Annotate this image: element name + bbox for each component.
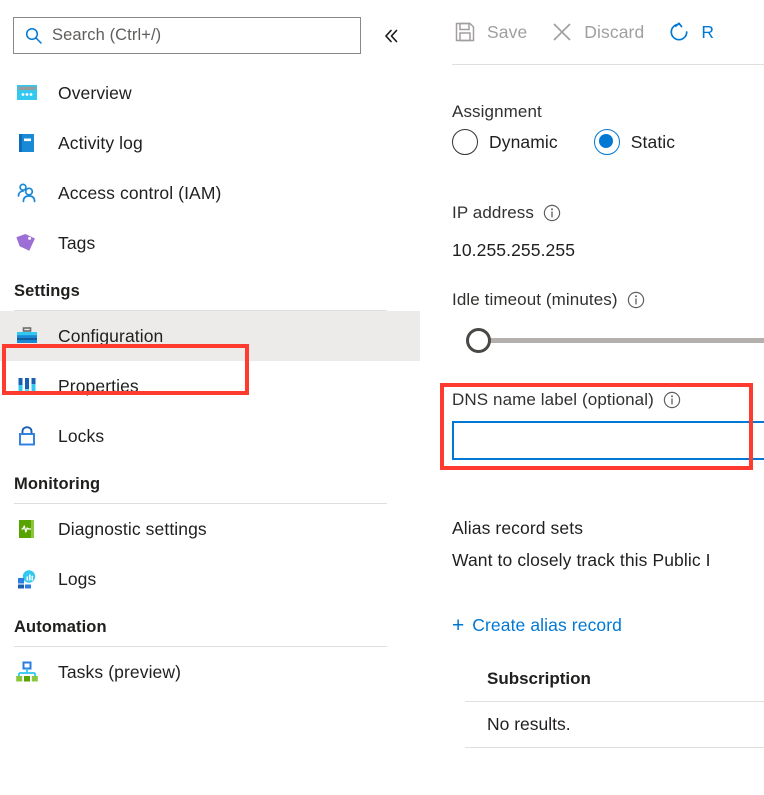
subscription-table: Subscription No results. — [465, 656, 764, 748]
radio-dynamic[interactable]: Dynamic — [452, 129, 558, 155]
resource-menu-sidebar: Search (Ctrl+/) Overview Activity log Ac… — [0, 0, 420, 795]
info-icon[interactable] — [663, 391, 681, 409]
radio-mark-icon — [452, 129, 478, 155]
sidebar-item-label: Properties — [58, 375, 139, 396]
search-icon — [24, 26, 44, 46]
radio-static-label: Static — [630, 131, 676, 152]
sidebar-item-label: Configuration — [58, 325, 164, 346]
sidebar-item-tags[interactable]: Tags — [0, 218, 420, 268]
configuration-icon — [14, 323, 40, 349]
save-label: Save — [487, 21, 528, 42]
sidebar-item-label: Tasks (preview) — [58, 661, 182, 682]
sidebar-group-title: Monitoring — [14, 475, 101, 493]
idle-timeout-slider[interactable] — [452, 328, 764, 354]
radio-mark-selected-icon — [593, 129, 620, 155]
slider-track — [474, 338, 764, 343]
sidebar-item-diagnostic-settings[interactable]: Diagnostic settings — [0, 504, 420, 554]
sidebar-item-label: Diagnostic settings — [58, 518, 207, 539]
table-row: No results. — [465, 702, 764, 748]
discard-button[interactable]: Discard — [549, 10, 644, 54]
idle-timeout-label-text: Idle timeout (minutes) — [452, 290, 618, 309]
alias-record-sets-heading: Alias record sets — [452, 518, 584, 538]
refresh-label: R — [701, 21, 715, 42]
slider-thumb[interactable] — [466, 328, 491, 353]
sidebar-group-monitoring: Monitoring — [0, 461, 420, 504]
plus-icon: + — [452, 614, 465, 637]
locks-icon — [14, 423, 40, 449]
diagnostic-settings-icon — [14, 516, 40, 542]
radio-dynamic-label: Dynamic — [489, 131, 558, 152]
sidebar-item-logs[interactable]: Logs — [0, 554, 420, 604]
access-control-icon — [14, 180, 40, 206]
double-chevron-left-icon[interactable] — [376, 23, 406, 49]
properties-icon — [14, 373, 40, 399]
sidebar-nav: Overview Activity log Access control (IA… — [0, 68, 420, 697]
sidebar-group-title: Automation — [14, 618, 107, 636]
sidebar-item-configuration[interactable]: Configuration — [0, 311, 420, 361]
activity-log-icon — [14, 130, 40, 156]
ip-address-value: 10.255.255.255 — [452, 240, 576, 260]
sidebar-item-label: Access control (IAM) — [58, 182, 222, 203]
sidebar-group-automation: Automation — [0, 604, 420, 647]
create-alias-record-label: Create alias record — [472, 615, 623, 635]
sidebar-item-locks[interactable]: Locks — [0, 411, 420, 461]
sidebar-search-row: Search (Ctrl+/) — [0, 0, 420, 70]
refresh-button[interactable]: R — [666, 10, 714, 54]
tasks-icon — [14, 659, 40, 685]
toolbar-divider — [452, 64, 764, 65]
info-icon[interactable] — [543, 204, 561, 222]
subscription-column-header: Subscription — [465, 656, 764, 702]
overview-icon — [14, 80, 40, 106]
azure-public-ip-configuration-page: Search (Ctrl+/) Overview Activity log Ac… — [0, 0, 764, 795]
discard-label: Discard — [584, 21, 645, 42]
sidebar-item-label: Overview — [58, 82, 132, 103]
sidebar-item-properties[interactable]: Properties — [0, 361, 420, 411]
alias-record-sets-description: Want to closely track this Public I — [452, 550, 711, 570]
ip-address-label-text: IP address — [452, 203, 534, 222]
create-alias-record-link[interactable]: + Create alias record — [452, 615, 622, 636]
sidebar-item-label: Tags — [58, 232, 96, 253]
dns-name-label-label: DNS name label (optional) — [452, 390, 681, 410]
sidebar-group-settings: Settings — [0, 268, 420, 311]
configuration-detail-pane: Save Discard R Assignment Dynamic Static… — [420, 0, 764, 795]
dns-name-label-input[interactable] — [452, 421, 764, 460]
sidebar-item-label: Locks — [58, 425, 105, 446]
assignment-label: Assignment — [452, 102, 542, 121]
refresh-icon — [666, 19, 692, 45]
search-input-wrapper[interactable]: Search (Ctrl+/) — [13, 17, 361, 54]
command-toolbar: Save Discard R — [452, 10, 736, 54]
tags-icon — [14, 230, 40, 256]
assignment-radio-group: Dynamic Static — [452, 129, 711, 155]
sidebar-group-title: Settings — [14, 282, 80, 300]
sidebar-item-overview[interactable]: Overview — [0, 68, 420, 118]
idle-timeout-label: Idle timeout (minutes) — [452, 290, 645, 310]
save-button[interactable]: Save — [452, 10, 527, 54]
search-placeholder-text: Search (Ctrl+/) — [52, 26, 162, 44]
save-disk-icon — [452, 19, 478, 45]
sidebar-item-label: Activity log — [58, 132, 143, 153]
radio-static[interactable]: Static — [593, 129, 676, 155]
sidebar-item-tasks[interactable]: Tasks (preview) — [0, 647, 420, 697]
close-x-icon — [549, 19, 575, 45]
sidebar-item-activity-log[interactable]: Activity log — [0, 118, 420, 168]
ip-address-label: IP address — [452, 203, 561, 223]
dns-name-label-text: DNS name label (optional) — [452, 390, 654, 409]
sidebar-item-label: Logs — [58, 568, 97, 589]
sidebar-item-access-control[interactable]: Access control (IAM) — [0, 168, 420, 218]
info-icon[interactable] — [627, 291, 645, 309]
logs-icon — [14, 566, 40, 592]
